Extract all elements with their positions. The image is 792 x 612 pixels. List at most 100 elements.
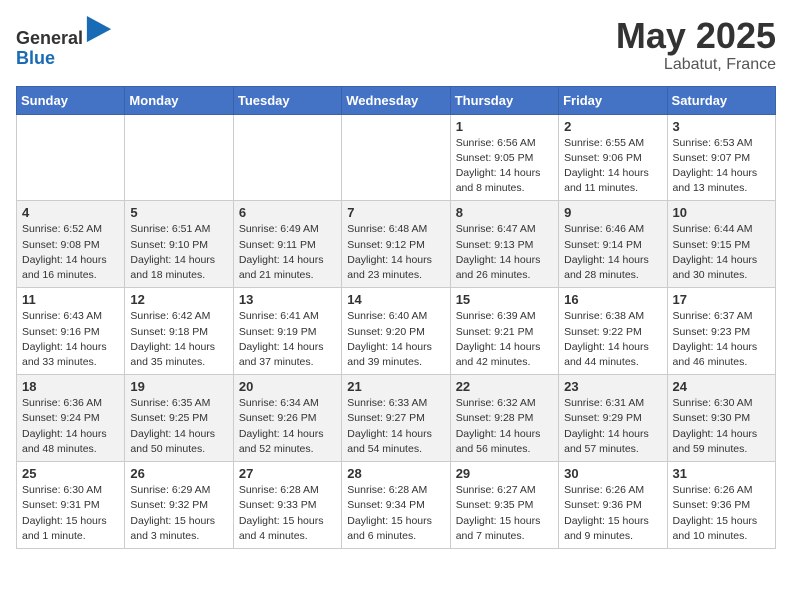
calendar-header-row: SundayMondayTuesdayWednesdayThursdayFrid… (17, 86, 776, 114)
day-info: Sunrise: 6:40 AMSunset: 9:20 PMDaylight:… (347, 309, 444, 370)
calendar-cell: 19 Sunrise: 6:35 AMSunset: 9:25 PMDayligh… (125, 375, 233, 462)
day-info: Sunrise: 6:35 AMSunset: 9:25 PMDaylight:… (130, 396, 227, 457)
day-info: Sunrise: 6:47 AMSunset: 9:13 PMDaylight:… (456, 222, 553, 283)
day-info: Sunrise: 6:36 AMSunset: 9:24 PMDaylight:… (22, 396, 119, 457)
day-number: 16 (564, 292, 661, 307)
day-info: Sunrise: 6:27 AMSunset: 9:35 PMDaylight:… (456, 483, 553, 544)
calendar-cell: 11Sunrise: 6:43 AMSunset: 9:16 PMDayligh… (17, 288, 125, 375)
day-info: Sunrise: 6:48 AMSunset: 9:12 PMDaylight:… (347, 222, 444, 283)
calendar-cell: 28 Sunrise: 6:28 AMSunset: 9:34 PMDayligh… (342, 462, 450, 549)
day-info: Sunrise: 6:38 AMSunset: 9:22 PMDaylight:… (564, 309, 661, 370)
calendar-cell: 20 Sunrise: 6:34 AMSunset: 9:26 PMDayligh… (233, 375, 341, 462)
day-header-saturday: Saturday (667, 86, 775, 114)
day-info: Sunrise: 6:56 AMSunset: 9:05 PMDaylight:… (456, 136, 553, 197)
day-number: 4 (22, 205, 119, 220)
day-number: 12 (130, 292, 227, 307)
day-number: 23 (564, 379, 661, 394)
calendar-cell: 14 Sunrise: 6:40 AMSunset: 9:20 PMDayligh… (342, 288, 450, 375)
calendar-cell: 30 Sunrise: 6:26 AMSunset: 9:36 PMDayligh… (559, 462, 667, 549)
day-header-sunday: Sunday (17, 86, 125, 114)
day-info: Sunrise: 6:32 AMSunset: 9:28 PMDaylight:… (456, 396, 553, 457)
calendar-cell: 21 Sunrise: 6:33 AMSunset: 9:27 PMDayligh… (342, 375, 450, 462)
month-title: May 2025 (616, 16, 776, 56)
day-info: Sunrise: 6:51 AMSunset: 9:10 PMDaylight:… (130, 222, 227, 283)
page-header: General Blue May 2025 Labatut, France (16, 16, 776, 74)
day-header-tuesday: Tuesday (233, 86, 341, 114)
calendar-cell: 16 Sunrise: 6:38 AMSunset: 9:22 PMDayligh… (559, 288, 667, 375)
day-info: Sunrise: 6:30 AMSunset: 9:31 PMDaylight:… (22, 483, 119, 544)
day-number: 27 (239, 466, 336, 481)
calendar-week-2: 4Sunrise: 6:52 AMSunset: 9:08 PMDaylight… (17, 201, 776, 288)
day-number: 14 (347, 292, 444, 307)
calendar-cell: 24 Sunrise: 6:30 AMSunset: 9:30 PMDayligh… (667, 375, 775, 462)
logo-blue-text: Blue (16, 48, 55, 68)
day-header-monday: Monday (125, 86, 233, 114)
day-number: 6 (239, 205, 336, 220)
day-info: Sunrise: 6:28 AMSunset: 9:33 PMDaylight:… (239, 483, 336, 544)
day-number: 24 (673, 379, 770, 394)
day-info: Sunrise: 6:44 AMSunset: 9:15 PMDaylight:… (673, 222, 770, 283)
calendar-cell: 18Sunrise: 6:36 AMSunset: 9:24 PMDayligh… (17, 375, 125, 462)
day-info: Sunrise: 6:37 AMSunset: 9:23 PMDaylight:… (673, 309, 770, 370)
day-number: 28 (347, 466, 444, 481)
day-number: 2 (564, 119, 661, 134)
calendar-cell (233, 114, 341, 201)
day-info: Sunrise: 6:33 AMSunset: 9:27 PMDaylight:… (347, 396, 444, 457)
day-info: Sunrise: 6:49 AMSunset: 9:11 PMDaylight:… (239, 222, 336, 283)
calendar-cell: 10Sunrise: 6:44 AMSunset: 9:15 PMDayligh… (667, 201, 775, 288)
calendar-cell: 15Sunrise: 6:39 AMSunset: 9:21 PMDayligh… (450, 288, 558, 375)
calendar-cell: 26Sunrise: 6:29 AMSunset: 9:32 PMDayligh… (125, 462, 233, 549)
calendar-cell: 25 Sunrise: 6:30 AMSunset: 9:31 PMDayligh… (17, 462, 125, 549)
calendar-week-3: 11Sunrise: 6:43 AMSunset: 9:16 PMDayligh… (17, 288, 776, 375)
calendar-cell: 6 Sunrise: 6:49 AMSunset: 9:11 PMDaylight… (233, 201, 341, 288)
calendar-cell: 27 Sunrise: 6:28 AMSunset: 9:33 PMDayligh… (233, 462, 341, 549)
day-info: Sunrise: 6:55 AMSunset: 9:06 PMDaylight:… (564, 136, 661, 197)
day-number: 9 (564, 205, 661, 220)
day-info: Sunrise: 6:41 AMSunset: 9:19 PMDaylight:… (239, 309, 336, 370)
calendar-cell: 29Sunrise: 6:27 AMSunset: 9:35 PMDayligh… (450, 462, 558, 549)
day-number: 15 (456, 292, 553, 307)
day-number: 17 (673, 292, 770, 307)
location-title: Labatut, France (616, 56, 776, 74)
calendar-week-4: 18Sunrise: 6:36 AMSunset: 9:24 PMDayligh… (17, 375, 776, 462)
day-number: 30 (564, 466, 661, 481)
day-number: 8 (456, 205, 553, 220)
logo-general-text: General (16, 28, 83, 48)
day-number: 22 (456, 379, 553, 394)
calendar-cell: 1Sunrise: 6:56 AMSunset: 9:05 PMDaylight… (450, 114, 558, 201)
day-info: Sunrise: 6:46 AMSunset: 9:14 PMDaylight:… (564, 222, 661, 283)
calendar-cell (342, 114, 450, 201)
calendar-cell: 8 Sunrise: 6:47 AMSunset: 9:13 PMDaylight… (450, 201, 558, 288)
logo: General Blue (16, 16, 113, 69)
calendar-cell (17, 114, 125, 201)
day-header-thursday: Thursday (450, 86, 558, 114)
day-number: 19 (130, 379, 227, 394)
title-block: May 2025 Labatut, France (616, 16, 776, 74)
day-info: Sunrise: 6:26 AMSunset: 9:36 PMDaylight:… (673, 483, 770, 544)
day-header-friday: Friday (559, 86, 667, 114)
calendar-cell: 17 Sunrise: 6:37 AMSunset: 9:23 PMDayligh… (667, 288, 775, 375)
day-number: 13 (239, 292, 336, 307)
day-number: 21 (347, 379, 444, 394)
day-number: 25 (22, 466, 119, 481)
day-info: Sunrise: 6:26 AMSunset: 9:36 PMDaylight:… (564, 483, 661, 544)
day-number: 5 (130, 205, 227, 220)
calendar-cell: 13 Sunrise: 6:41 AMSunset: 9:19 PMDayligh… (233, 288, 341, 375)
day-number: 31 (673, 466, 770, 481)
day-info: Sunrise: 6:34 AMSunset: 9:26 PMDaylight:… (239, 396, 336, 457)
calendar-table: SundayMondayTuesdayWednesdayThursdayFrid… (16, 86, 776, 549)
calendar-week-5: 25 Sunrise: 6:30 AMSunset: 9:31 PMDayligh… (17, 462, 776, 549)
calendar-cell: 9 Sunrise: 6:46 AMSunset: 9:14 PMDaylight… (559, 201, 667, 288)
day-number: 20 (239, 379, 336, 394)
calendar-week-1: 1Sunrise: 6:56 AMSunset: 9:05 PMDaylight… (17, 114, 776, 201)
day-info: Sunrise: 6:28 AMSunset: 9:34 PMDaylight:… (347, 483, 444, 544)
calendar-cell: 4Sunrise: 6:52 AMSunset: 9:08 PMDaylight… (17, 201, 125, 288)
day-info: Sunrise: 6:30 AMSunset: 9:30 PMDaylight:… (673, 396, 770, 457)
calendar-cell: 3Sunrise: 6:53 AMSunset: 9:07 PMDaylight… (667, 114, 775, 201)
calendar-cell: 22 Sunrise: 6:32 AMSunset: 9:28 PMDayligh… (450, 375, 558, 462)
day-info: Sunrise: 6:53 AMSunset: 9:07 PMDaylight:… (673, 136, 770, 197)
calendar-cell: 23Sunrise: 6:31 AMSunset: 9:29 PMDayligh… (559, 375, 667, 462)
day-info: Sunrise: 6:29 AMSunset: 9:32 PMDaylight:… (130, 483, 227, 544)
calendar-cell: 2 Sunrise: 6:55 AMSunset: 9:06 PMDaylight… (559, 114, 667, 201)
calendar-cell: 31 Sunrise: 6:26 AMSunset: 9:36 PMDayligh… (667, 462, 775, 549)
